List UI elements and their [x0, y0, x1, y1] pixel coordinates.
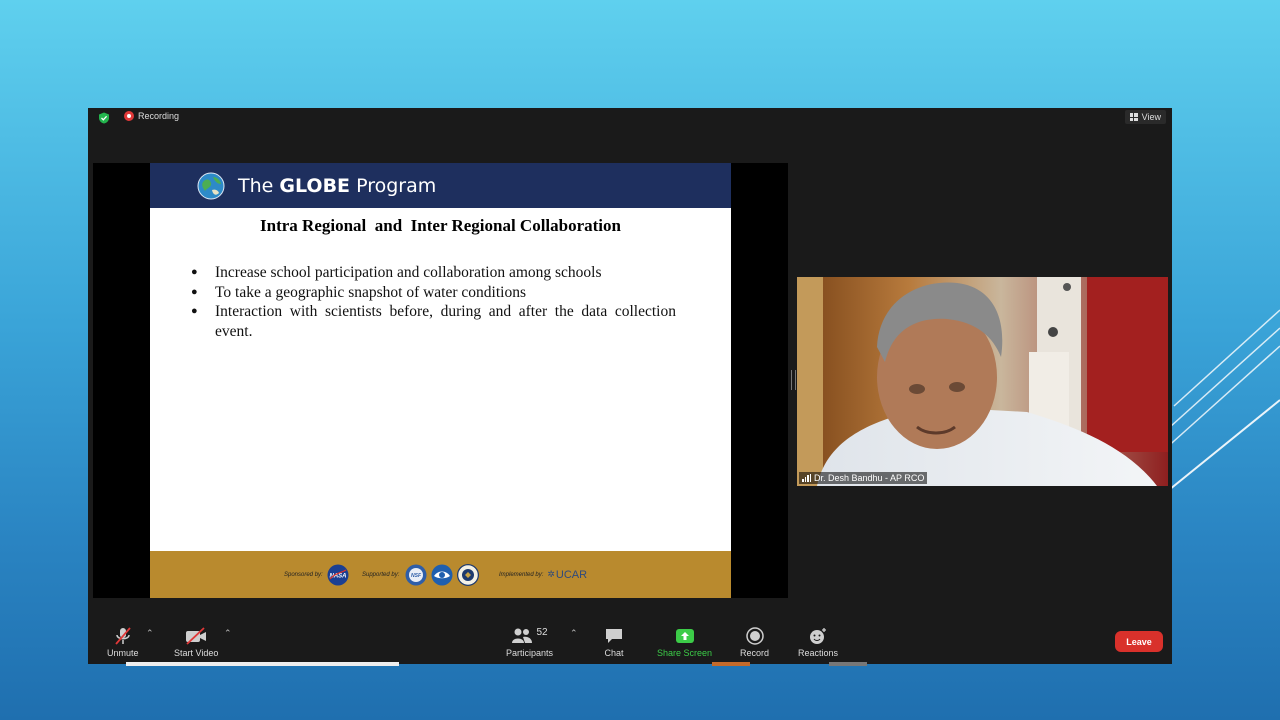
recording-indicator[interactable]: Recording — [124, 111, 179, 121]
recording-label: Recording — [138, 111, 180, 121]
participant-video-tile[interactable]: Dr. Desh Bandhu - AP RCO — [797, 277, 1168, 486]
presentation-slide: The GLOBE Program Intra Regional and Int… — [150, 163, 731, 598]
video-off-icon — [184, 624, 208, 648]
decorative-lines — [1160, 309, 1280, 495]
ucar-logo-icon: ✲ UCAR — [547, 568, 588, 581]
nasa-logo-icon: NASA — [327, 564, 349, 585]
video-options-caret-icon[interactable]: ⌃ — [224, 628, 232, 639]
zoom-meeting-window: Recording View The GLOBE Program Intra R… — [88, 108, 1172, 666]
share-screen-button[interactable]: Share Screen — [657, 624, 712, 658]
slide-title: Intra Regional and Inter Regional Collab… — [260, 216, 621, 235]
taskbar-strip — [829, 662, 867, 666]
participant-video-frame — [797, 277, 1168, 486]
supported-by-group: Supported by: NSF — [362, 551, 480, 598]
globe-logo-icon — [197, 172, 225, 199]
nsf-logo-icon: NSF — [405, 564, 427, 585]
meeting-toolbar: Unmute ⌃ Start Video ⌃ 52 Participants ⌃… — [88, 618, 1172, 666]
recording-dot-icon — [124, 111, 134, 121]
bullet-item: To take a geographic snapshot of water c… — [190, 283, 676, 303]
slide-header: The GLOBE Program — [150, 163, 731, 208]
view-button[interactable]: View — [1124, 110, 1166, 124]
record-button[interactable]: Record — [740, 624, 769, 658]
signal-strength-icon — [802, 474, 811, 482]
start-video-button[interactable]: Start Video — [174, 624, 218, 658]
noaa-logo-icon — [431, 564, 453, 585]
svg-text:NSF: NSF — [411, 573, 422, 579]
reactions-icon — [808, 624, 828, 648]
participants-button[interactable]: 52 Participants — [506, 624, 553, 659]
shield-icon[interactable] — [98, 112, 110, 124]
participants-count: 52 — [536, 626, 548, 638]
reactions-button[interactable]: Reactions — [798, 624, 838, 658]
muted-microphone-icon — [113, 624, 133, 648]
unmute-button[interactable]: Unmute — [107, 624, 139, 658]
chat-button[interactable]: Chat — [604, 624, 624, 658]
participants-icon: 52 — [511, 624, 548, 648]
panel-splitter-handle[interactable] — [791, 370, 796, 390]
view-label: View — [1141, 112, 1161, 122]
implemented-by-group: Implemented by: ✲ UCAR — [499, 568, 588, 581]
shared-screen: The GLOBE Program Intra Regional and Int… — [93, 163, 788, 598]
program-title: The GLOBE Program — [238, 174, 437, 197]
chat-bubble-icon — [604, 624, 624, 648]
bullet-list: Increase school participation and collab… — [190, 263, 676, 341]
grid-view-icon — [1129, 113, 1138, 121]
state-dept-seal-icon — [457, 563, 480, 586]
taskbar-strip — [712, 662, 750, 666]
meeting-top-bar: Recording View — [88, 108, 1172, 128]
bullet-item: Interaction with scientists before, duri… — [190, 302, 676, 341]
participants-options-caret-icon[interactable]: ⌃ — [570, 628, 578, 639]
taskbar-strip — [126, 662, 399, 666]
participant-name-label: Dr. Desh Bandhu - AP RCO — [799, 472, 928, 484]
audio-options-caret-icon[interactable]: ⌃ — [146, 628, 154, 639]
sponsored-by-group: Sponsored by: NASA — [284, 551, 349, 598]
share-screen-icon — [675, 624, 695, 648]
bullet-item: Increase school participation and collab… — [190, 263, 676, 283]
slide-footer: Sponsored by: NASA Supported by: NSF Imp… — [150, 551, 731, 598]
record-icon — [745, 624, 764, 648]
leave-button[interactable]: Leave — [1115, 631, 1163, 652]
